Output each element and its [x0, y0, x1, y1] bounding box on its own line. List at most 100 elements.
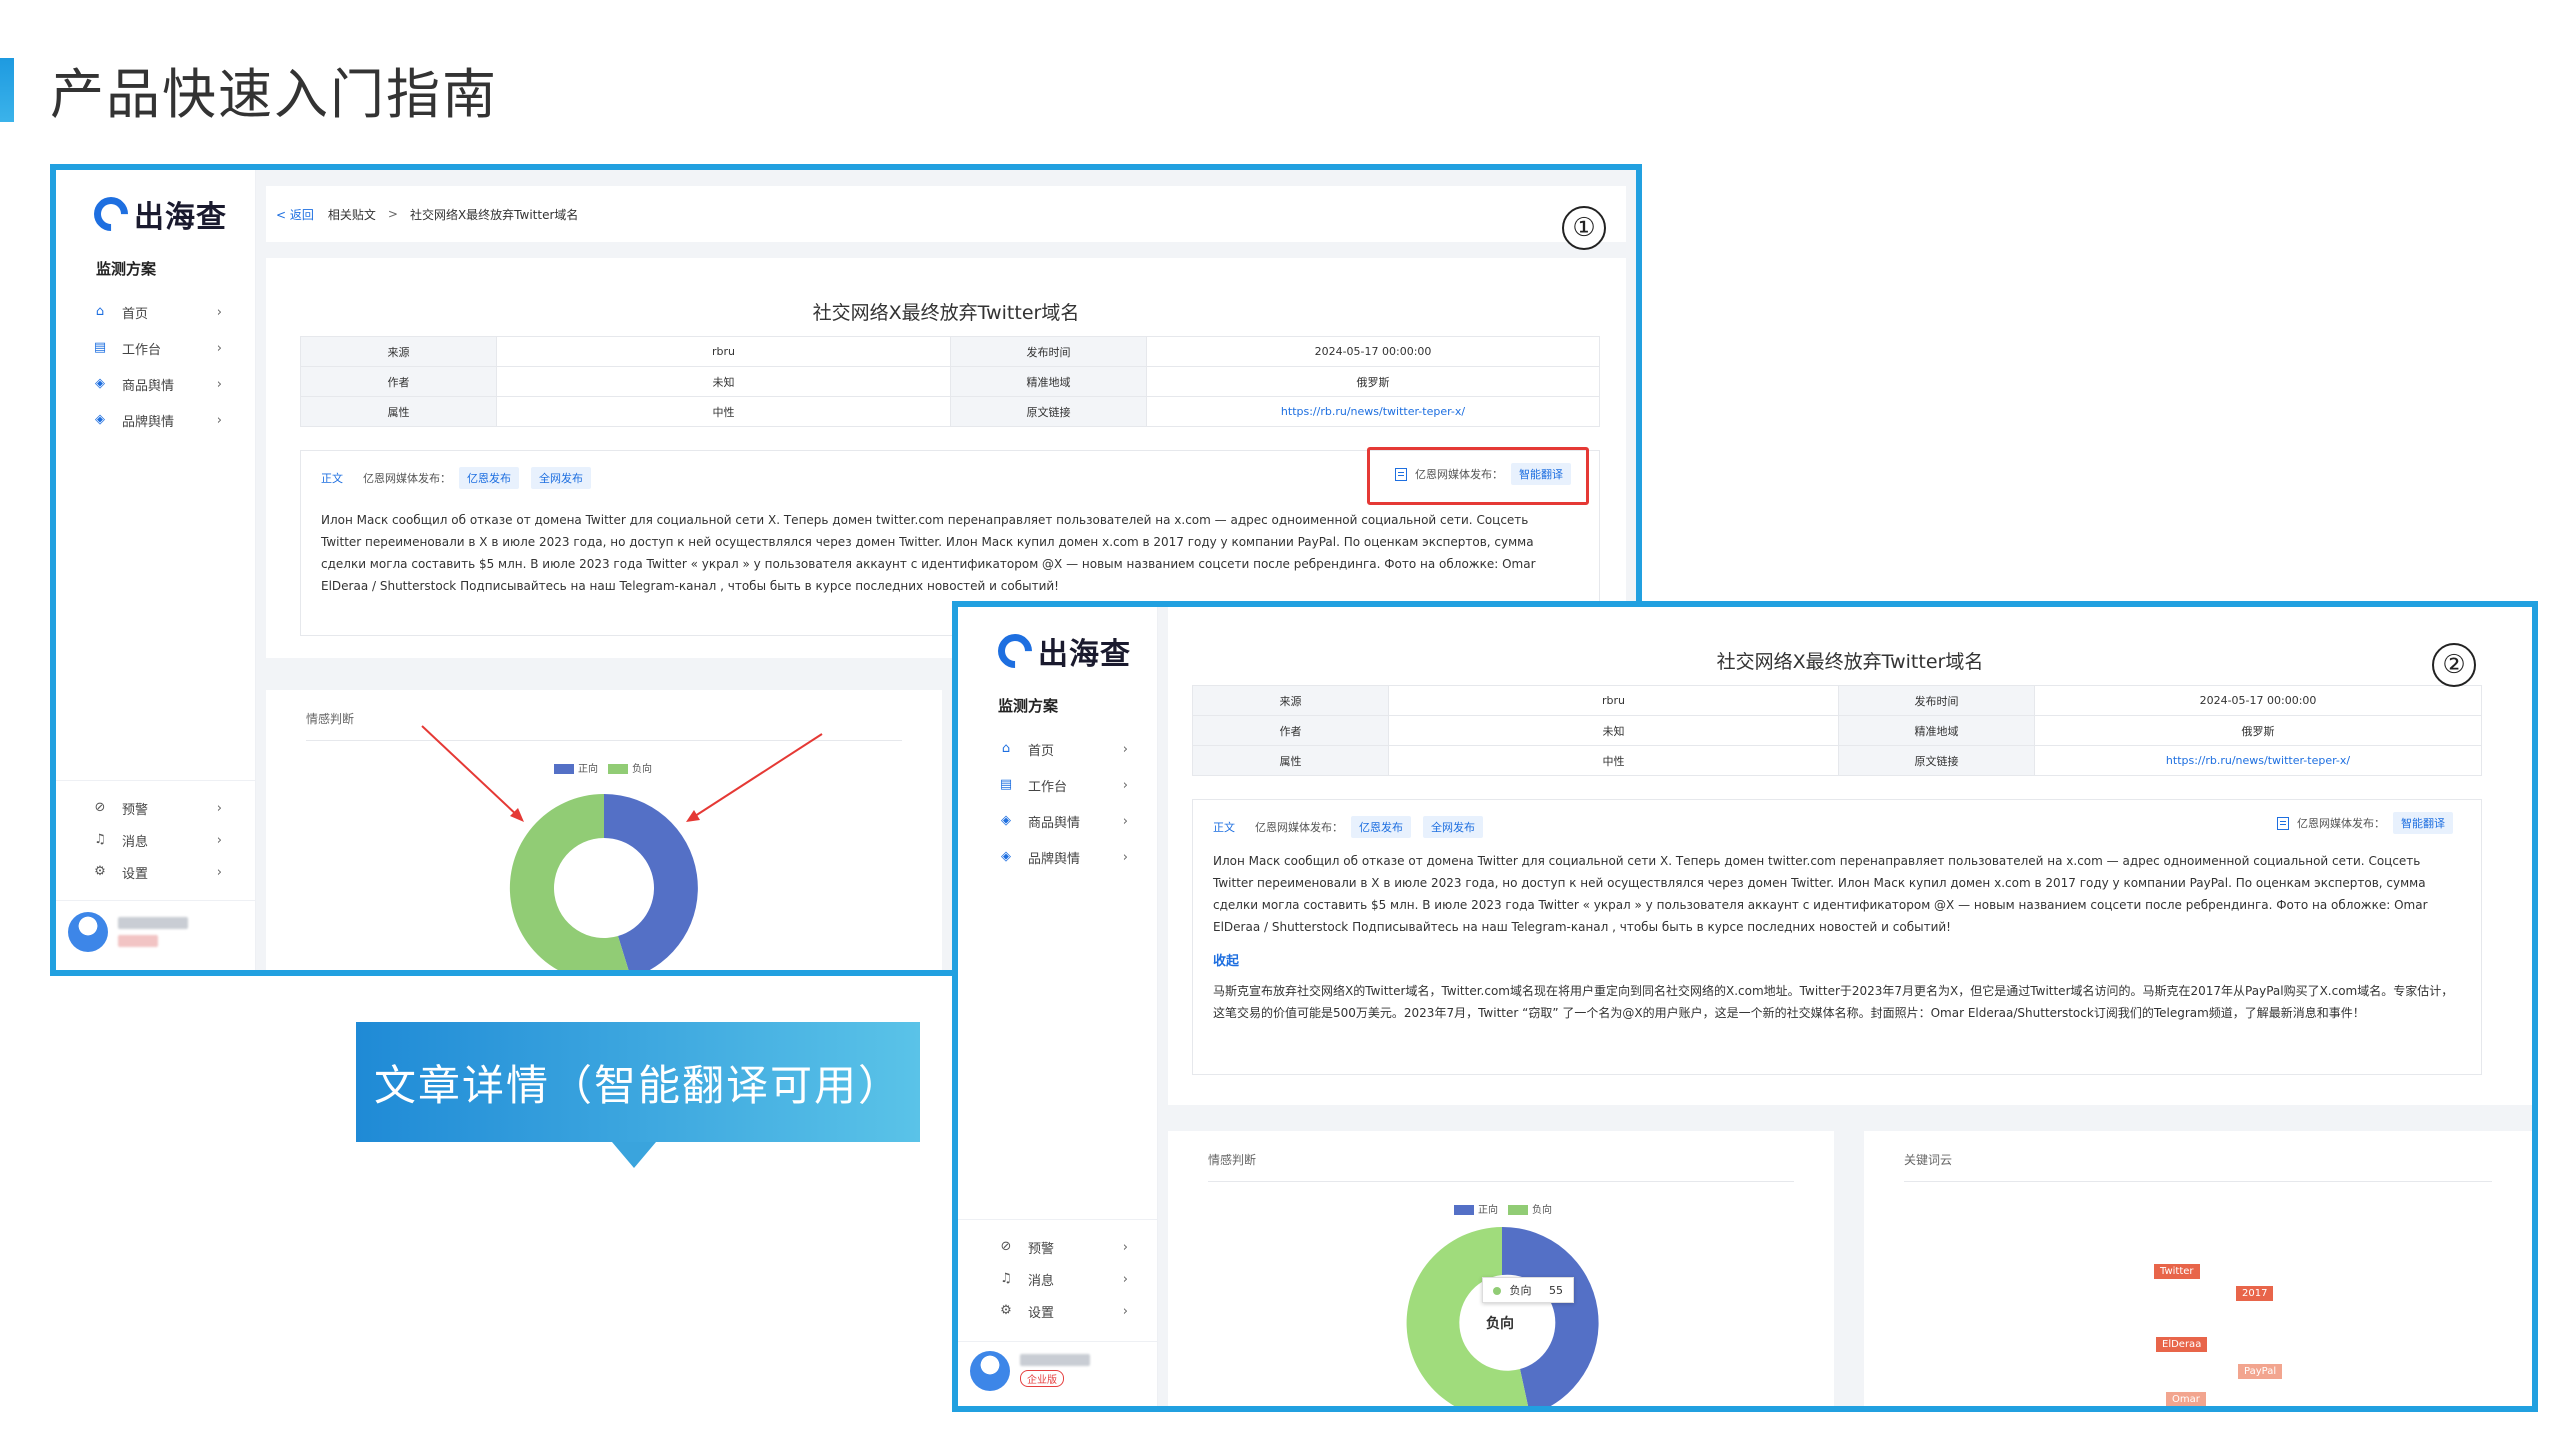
- user-profile[interactable]: [68, 912, 188, 952]
- collapse-link[interactable]: 收起: [1213, 950, 1239, 969]
- article-translation: 马斯克宣布放弃社交网络X的Twitter域名，Twitter.com域名现在将用…: [1213, 984, 2454, 1020]
- divider: [1904, 1181, 2492, 1182]
- back-link[interactable]: < 返回: [276, 206, 314, 223]
- smart-translate-button[interactable]: 智能翻译: [2393, 812, 2453, 834]
- sidebar-item-product-sentiment[interactable]: ◈ 商品舆情 ›: [998, 803, 1128, 839]
- keyword-tag[interactable]: 2017: [2236, 1286, 2274, 1301]
- right-publish-label: 亿恩网媒体发布：: [2297, 817, 2385, 830]
- keyword-tag[interactable]: Twitter: [2154, 1264, 2200, 1279]
- sidebar-menu: ⌂ 首页 › ▤ 工作台 › ◈ 商品舆情 › ◈ 品牌舆情 ›: [92, 294, 222, 438]
- chart-tooltip: 负向 55: [1482, 1277, 1574, 1303]
- divider: [958, 1219, 1157, 1220]
- keyword-tag[interactable]: Omar: [2166, 1392, 2206, 1406]
- user-badge-blurred: [118, 935, 158, 947]
- chevron-right-icon: ›: [216, 800, 222, 816]
- donut-center-label: 负向: [1486, 1316, 1514, 1332]
- meta-value: 中性: [496, 396, 951, 427]
- breadcrumb-section[interactable]: 相关贴文: [328, 206, 376, 223]
- keyword-tag[interactable]: PayPal: [2238, 1364, 2283, 1379]
- chevron-right-icon: ›: [1122, 813, 1128, 829]
- all-network-publish-button[interactable]: 全网发布: [531, 467, 591, 489]
- bell-icon: ♫: [94, 832, 106, 847]
- sidebar-item-label: 品牌舆情: [122, 414, 175, 430]
- yien-publish-button[interactable]: 亿恩发布: [459, 467, 519, 489]
- sidebar-item-brand-sentiment[interactable]: ◈ 品牌舆情 ›: [92, 402, 222, 438]
- article-body: Илон Маск сообщил об отказе от домена Tw…: [1213, 854, 2428, 934]
- meta-value: rbru: [496, 336, 951, 367]
- yien-publish-button[interactable]: 亿恩发布: [1351, 816, 1411, 838]
- divider: [56, 780, 255, 781]
- sidebar-item-workbench[interactable]: ▤ 工作台 ›: [92, 330, 222, 366]
- meta-key: 作者: [1192, 715, 1389, 746]
- title-accent-bar: [0, 58, 14, 122]
- meta-key: 原文链接: [1838, 745, 2035, 776]
- logo-icon: [86, 189, 136, 239]
- meta-value: 2024-05-17 00:00:00: [1146, 336, 1600, 367]
- layers-icon: ◈: [1001, 849, 1011, 864]
- article-content-box: 正文 亿恩网媒体发布： 亿恩发布 全网发布 亿恩网媒体发布： 智能翻译 Илон…: [1192, 799, 2482, 1075]
- chevron-right-icon: ›: [216, 340, 222, 356]
- keyword-tag[interactable]: ElDeraa: [2156, 1337, 2208, 1352]
- user-name-blurred: [118, 917, 188, 929]
- meta-key: 精准地域: [1838, 715, 2035, 746]
- logo-icon: [990, 626, 1040, 676]
- avatar: [970, 1351, 1010, 1391]
- tab-body[interactable]: 正文: [1213, 819, 1235, 835]
- user-name-blurred: [1020, 1354, 1090, 1366]
- sidebar: 出海查 监测方案 ⌂ 首页 › ▤ 工作台 › ◈ 商品舆情 › ◈ 品牌舆情 …: [958, 607, 1158, 1406]
- article-title: 社交网络X最终放弃Twitter域名: [812, 302, 1080, 324]
- sidebar-item-alerts[interactable]: ⊘ 预警 ›: [92, 792, 222, 824]
- article-title: 社交网络X最终放弃Twitter域名: [1716, 651, 1984, 673]
- sidebar-item-home[interactable]: ⌂ 首页 ›: [998, 731, 1128, 767]
- meta-key: 原文链接: [950, 396, 1147, 427]
- original-link[interactable]: https://rb.ru/news/twitter-teper-x/: [2034, 745, 2482, 776]
- sidebar-item-label: 商品舆情: [122, 378, 175, 394]
- sidebar-item-label: 首页: [122, 306, 149, 322]
- sidebar-item-alerts[interactable]: ⊘ 预警 ›: [998, 1231, 1128, 1263]
- sidebar-item-settings[interactable]: ⚙ 设置 ›: [998, 1295, 1128, 1327]
- breadcrumb: < 返回 相关贴文 > 社交网络X最终放弃Twitter域名: [266, 186, 1626, 242]
- highlight-box: [1367, 447, 1589, 505]
- all-network-publish-button[interactable]: 全网发布: [1423, 816, 1483, 838]
- sidebar-item-product-sentiment[interactable]: ◈ 商品舆情 ›: [92, 366, 222, 402]
- sidebar-item-brand-sentiment[interactable]: ◈ 品牌舆情 ›: [998, 839, 1128, 875]
- annotation-arrow: [421, 725, 521, 819]
- article-card: 社交网络X最终放弃Twitter域名 来源 rbru 发布时间 2024-05-…: [266, 258, 1626, 658]
- divider: [958, 1341, 1157, 1342]
- logo-text: 出海查: [134, 200, 227, 235]
- original-link[interactable]: https://rb.ru/news/twitter-teper-x/: [1146, 396, 1600, 427]
- app-logo[interactable]: 出海查: [86, 189, 227, 239]
- chevron-right-icon: ›: [216, 864, 222, 880]
- sidebar-item-settings[interactable]: ⚙ 设置 ›: [92, 856, 222, 888]
- sidebar-item-messages[interactable]: ♫ 消息 ›: [92, 824, 222, 856]
- content-tabs: 正文 亿恩网媒体发布： 亿恩发布 全网发布: [321, 467, 603, 489]
- home-icon: ⌂: [1001, 741, 1011, 756]
- gear-icon: ⚙: [94, 864, 106, 879]
- breadcrumb-separator: >: [387, 207, 398, 221]
- sidebar-item-messages[interactable]: ♫ 消息 ›: [998, 1263, 1128, 1295]
- meta-value: 未知: [496, 366, 951, 397]
- bell-icon: ♫: [1000, 1271, 1012, 1286]
- step-marker-1: ①: [1562, 206, 1606, 250]
- sidebar-item-home[interactable]: ⌂ 首页 ›: [92, 294, 222, 330]
- workbench-icon: ▤: [93, 340, 107, 355]
- document-icon: [2277, 816, 2289, 830]
- user-profile[interactable]: 企业版: [970, 1351, 1090, 1391]
- sidebar-item-workbench[interactable]: ▤ 工作台 ›: [998, 767, 1128, 803]
- sidebar-item-label: 消息: [122, 834, 149, 850]
- chevron-right-icon: ›: [216, 376, 222, 392]
- keyword-cloud-panel: 关键词云 Twitter 2017 ElDeraa PayPal Omar: [1864, 1131, 2532, 1406]
- meta-value: 未知: [1388, 715, 1839, 746]
- app-logo[interactable]: 出海查: [990, 626, 1131, 676]
- sidebar-item-label: 品牌舆情: [1028, 851, 1081, 867]
- meta-key: 作者: [300, 366, 497, 397]
- tab-body[interactable]: 正文: [321, 470, 343, 486]
- sentiment-panel: 情感判断 正向 负向 负向 55 负向: [1168, 1131, 1834, 1406]
- sidebar-item-label: 工作台: [122, 342, 162, 358]
- content-tools: 亿恩网媒体发布： 智能翻译: [2277, 812, 2453, 834]
- meta-key: 属性: [1192, 745, 1389, 776]
- sidebar-item-label: 设置: [122, 866, 149, 882]
- step-marker-2: ②: [2432, 643, 2476, 687]
- meta-key: 精准地域: [950, 366, 1147, 397]
- tooltip-label: 负向: [1509, 1284, 1532, 1297]
